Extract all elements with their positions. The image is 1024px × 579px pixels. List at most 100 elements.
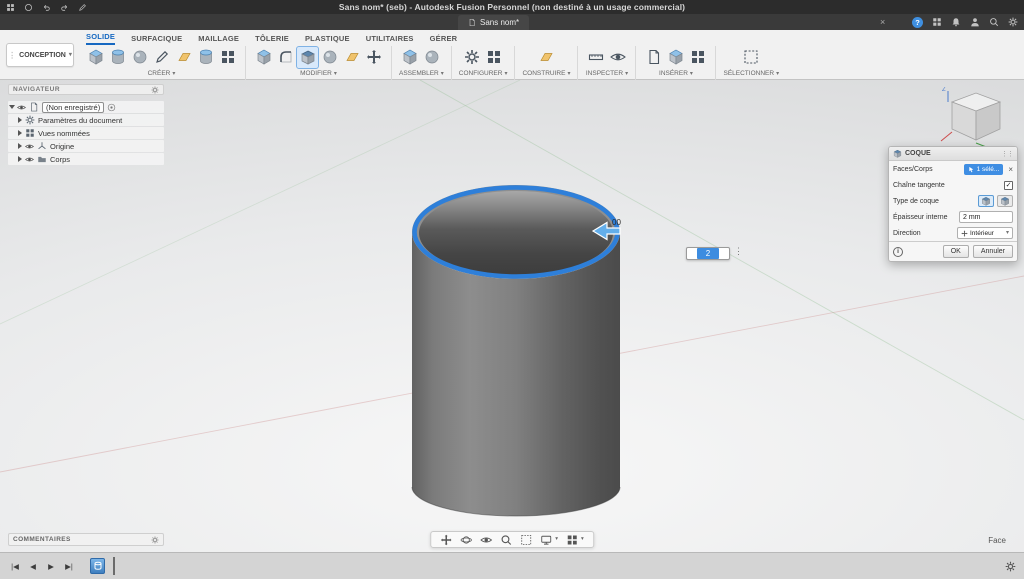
go-to-start-button[interactable]: |◀ <box>8 562 22 571</box>
shell-type-inside-button[interactable] <box>978 195 994 207</box>
visibility-eye-icon[interactable] <box>17 103 26 112</box>
visibility-eye-icon[interactable] <box>25 155 34 164</box>
assemble-group-menu[interactable]: ASSEMBLER▾ <box>399 70 444 77</box>
offset-face-icon[interactable] <box>341 47 362 68</box>
tree-item-origin[interactable]: Origine <box>8 140 164 152</box>
go-to-end-button[interactable]: ▶| <box>62 562 76 571</box>
expand-triangle-icon[interactable] <box>9 105 15 109</box>
dialog-drag-handle-icon[interactable]: ⋮⋮ <box>1001 150 1013 158</box>
create-solid-icon[interactable] <box>85 47 106 68</box>
ok-button[interactable]: OK <box>943 245 969 258</box>
display-settings-icon[interactable] <box>540 534 552 546</box>
expand-triangle-icon[interactable] <box>18 156 22 162</box>
help-icon[interactable]: ? <box>912 17 923 28</box>
create-plane-icon[interactable] <box>173 47 194 68</box>
insert-canvas-icon[interactable] <box>643 47 664 68</box>
grid-settings-icon[interactable] <box>566 534 578 546</box>
expand-triangle-icon[interactable] <box>18 143 22 149</box>
look-at-icon[interactable] <box>480 534 492 546</box>
configuration-table-icon[interactable] <box>484 47 505 68</box>
shell-type-both-button[interactable] <box>997 195 1013 207</box>
step-back-button[interactable]: ◀ <box>26 562 40 571</box>
tree-root-row[interactable]: (Non enregistré) <box>8 101 164 113</box>
modeling-canvas[interactable]: 00 2 ⋮ NAVIGATEUR (Non enregistré) <box>0 80 1024 552</box>
thickness-input[interactable]: 2 mm <box>959 211 1013 223</box>
tab-gerer[interactable]: GÉRER <box>430 34 458 45</box>
root-document-label[interactable]: (Non enregistré) <box>42 102 104 113</box>
select-icon[interactable] <box>741 47 762 68</box>
tab-plastique[interactable]: PLASTIQUE <box>305 34 350 45</box>
insert-mesh-icon[interactable] <box>665 47 686 68</box>
zoom-icon[interactable] <box>500 534 512 546</box>
play-button[interactable]: ▶ <box>44 562 58 571</box>
cancel-button[interactable]: Annuler <box>973 245 1013 258</box>
info-icon[interactable]: i <box>893 247 903 257</box>
new-component-icon[interactable] <box>400 47 421 68</box>
create-pipe-icon[interactable] <box>195 47 216 68</box>
construct-group-menu[interactable]: CONSTRUIRE▾ <box>522 70 570 77</box>
create-cylinder-icon[interactable] <box>107 47 128 68</box>
extensions-grid-icon[interactable] <box>932 17 942 27</box>
shell-icon[interactable] <box>297 47 318 68</box>
pan-icon[interactable] <box>440 534 452 546</box>
create-sphere-icon[interactable] <box>129 47 150 68</box>
tree-item-document-settings[interactable]: Paramètres du document <box>8 114 164 126</box>
browser-settings-gear-icon[interactable] <box>151 86 159 94</box>
undo-icon[interactable] <box>42 3 51 12</box>
notifications-bell-icon[interactable] <box>951 17 961 27</box>
thickness-inline-input[interactable]: 2 <box>686 247 730 260</box>
configure-icon[interactable] <box>462 47 483 68</box>
section-analysis-icon[interactable] <box>607 47 628 68</box>
profile-icon[interactable] <box>970 17 980 27</box>
thickness-inline-value[interactable]: 2 <box>697 248 719 259</box>
timeline-position-marker[interactable] <box>113 557 115 575</box>
inspect-group-menu[interactable]: INSPECTER▾ <box>586 70 628 77</box>
tab-utilitaires[interactable]: UTILITAIRES <box>366 34 414 45</box>
expand-triangle-icon[interactable] <box>18 130 22 136</box>
construction-plane-icon[interactable] <box>536 47 557 68</box>
create-sketch-icon[interactable] <box>151 47 172 68</box>
caret-down-icon[interactable]: ▾ <box>581 537 584 543</box>
comments-settings-gear-icon[interactable] <box>151 536 159 544</box>
fit-view-icon[interactable] <box>520 534 532 546</box>
timeline-feature-cylinder[interactable] <box>90 558 105 574</box>
modify-group-menu[interactable]: MODIFIER▾ <box>300 70 337 77</box>
shell-dialog-header[interactable]: COQUE ⋮⋮ <box>889 147 1017 161</box>
visibility-eye-icon[interactable] <box>25 142 34 151</box>
tab-surfacique[interactable]: SURFACIQUE <box>131 34 182 45</box>
tangent-chain-checkbox[interactable]: ✓ <box>1004 181 1013 190</box>
fillet-icon[interactable] <box>275 47 296 68</box>
clear-selection-icon[interactable]: × <box>1008 165 1013 174</box>
tab-close-icon[interactable]: × <box>880 16 885 28</box>
settings-gear-icon[interactable] <box>1008 17 1018 27</box>
joint-icon[interactable] <box>422 47 443 68</box>
orbit-icon[interactable] <box>460 534 472 546</box>
configure-group-menu[interactable]: CONFIGURER▾ <box>459 70 508 77</box>
tab-maillage[interactable]: MAILLAGE <box>198 34 239 45</box>
insert-svg-icon[interactable] <box>687 47 708 68</box>
browser-header[interactable]: NAVIGATEUR <box>8 84 164 95</box>
move-copy-icon[interactable] <box>363 47 384 68</box>
tab-solide[interactable]: SOLIDE <box>86 32 115 45</box>
record-circle-icon[interactable] <box>24 3 33 12</box>
pencil-icon[interactable] <box>78 3 87 12</box>
expand-triangle-icon[interactable] <box>18 117 22 123</box>
combine-icon[interactable] <box>319 47 340 68</box>
redo-icon[interactable] <box>60 3 69 12</box>
insert-group-menu[interactable]: INSÉRER▾ <box>659 70 693 77</box>
workspace-selector[interactable]: ⋮ CONCEPTION ▾ <box>6 43 74 67</box>
apps-grid-icon[interactable] <box>6 3 15 12</box>
tree-item-bodies[interactable]: Corps <box>8 153 164 165</box>
tab-tolerie[interactable]: TÔLERIE <box>255 34 289 45</box>
measure-icon[interactable] <box>585 47 606 68</box>
timeline-settings-gear-icon[interactable] <box>1005 561 1016 572</box>
caret-down-icon[interactable]: ▾ <box>555 537 558 543</box>
comments-bar[interactable]: COMMENTAIRES <box>8 533 164 546</box>
search-icon[interactable] <box>989 17 999 27</box>
view-cube[interactable]: Z <box>938 86 1014 154</box>
select-group-menu[interactable]: SÉLECTIONNER▾ <box>723 70 779 77</box>
document-tab[interactable]: Sans nom* <box>458 15 529 30</box>
faces-selection-button[interactable]: 1 sélé... <box>964 164 1004 175</box>
create-group-menu[interactable]: CRÉER▾ <box>148 70 176 77</box>
cylinder-interior[interactable] <box>419 191 613 275</box>
